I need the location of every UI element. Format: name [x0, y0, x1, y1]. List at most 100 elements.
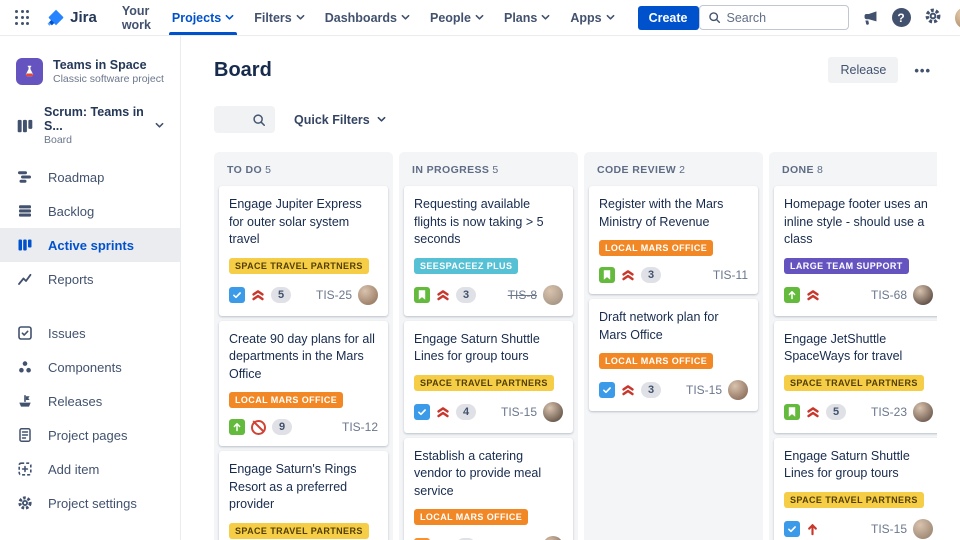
nav-item-label: Apps — [570, 10, 602, 25]
story-type-icon — [784, 403, 800, 420]
sidebar-item-backlog[interactable]: Backlog — [0, 194, 180, 228]
roadmap-icon — [16, 168, 34, 186]
card-footer: 4TIS-15 — [414, 401, 563, 422]
assignee-avatar[interactable] — [728, 380, 748, 400]
card-footer: 3 TIS-15 — [599, 380, 748, 400]
sidebar-item-releases[interactable]: Releases — [0, 384, 180, 418]
sidebar-item-project-pages[interactable]: Project pages — [0, 418, 180, 452]
board-card[interactable]: Draft network plan for Mars Office LOCAL … — [589, 299, 758, 411]
board-card[interactable]: Create 90 day plans for all departments … — [219, 320, 388, 446]
sidebar-item-components[interactable]: Components — [0, 350, 180, 384]
estimate-badge: 3 — [641, 382, 661, 398]
more-options-button[interactable]: ••• — [908, 59, 937, 82]
components-icon — [16, 358, 34, 376]
top-navigation: Jira Your work Projects Filters Dashboards P… — [0, 0, 960, 36]
board-card[interactable]: Engage Saturn's Rings Resort as a prefer… — [219, 451, 388, 540]
nav-item-people[interactable]: People — [421, 0, 493, 35]
pages-icon — [16, 426, 34, 444]
search-icon — [253, 113, 265, 126]
board-card[interactable]: Requesting available flights is now taki… — [404, 186, 573, 316]
quick-filters-label: Quick Filters — [294, 112, 370, 127]
board-column-done: DONE 8 Homepage footer uses an inline styl… — [769, 152, 937, 540]
sidebar-item-label: Components — [48, 359, 122, 375]
sidebar-item-project-settings[interactable]: Project settings — [0, 486, 180, 520]
issues-icon — [16, 324, 34, 342]
column-count: 2 — [679, 164, 686, 176]
board-search[interactable] — [214, 106, 275, 133]
priority-highest-icon — [251, 288, 265, 302]
jira-logo[interactable]: Jira — [45, 7, 97, 28]
global-search[interactable] — [698, 5, 849, 30]
card-title: Register with the Mars Ministry of Reven… — [599, 197, 724, 229]
search-icon — [708, 12, 720, 24]
card-label: LARGE TEAM SUPPORT — [784, 257, 909, 274]
announcement-icon[interactable] — [862, 9, 879, 26]
assignee-avatar[interactable] — [913, 284, 933, 305]
board-card[interactable]: Register with the Mars Ministry of Reven… — [589, 186, 758, 294]
story-type-icon — [599, 267, 615, 283]
sidebar-item-roadmap[interactable]: Roadmap — [0, 160, 180, 194]
board-card[interactable]: Engage Saturn Shuttle Lines for group to… — [774, 437, 937, 540]
sidebar-item-reports[interactable]: Reports — [0, 262, 180, 296]
chevron-down-icon — [155, 121, 164, 130]
priority-highest-icon — [436, 405, 450, 419]
task-type-icon — [599, 382, 615, 398]
nav-item-your-work[interactable]: Your work — [113, 0, 161, 35]
board-card[interactable]: Engage Jupiter Express for outer solar s… — [219, 186, 388, 316]
sidebar-group: Roadmap Backlog Active sprints Reports — [0, 160, 180, 296]
sidebar-item-label: Issues — [48, 325, 86, 341]
assignee-avatar[interactable] — [358, 284, 378, 305]
card-title: Engage Saturn Shuttle Lines for group to… — [784, 448, 910, 481]
assignee-avatar[interactable] — [543, 284, 563, 305]
quick-filters-dropdown[interactable]: Quick Filters — [294, 113, 386, 127]
releases-icon — [16, 392, 34, 410]
task-type-icon — [229, 286, 245, 303]
card-label: SPACE TRAVEL PARTNERS — [414, 374, 554, 391]
search-input[interactable] — [726, 10, 840, 25]
board-selector[interactable]: Scrum: Teams in S... Board — [0, 97, 180, 160]
project-avatar — [16, 58, 43, 85]
card-footer: 4TIS-15 — [414, 536, 563, 540]
issue-key: TIS-15 — [870, 521, 907, 536]
assignee-avatar[interactable] — [913, 518, 933, 539]
chevron-down-icon — [541, 13, 550, 22]
settings-gear-icon[interactable] — [924, 7, 942, 28]
sidebar-item-active-sprints[interactable]: Active sprints — [0, 228, 180, 262]
nav-item-filters[interactable]: Filters — [245, 0, 314, 35]
board-card[interactable]: Homepage footer uses an inline style - s… — [774, 186, 937, 316]
story-type-icon — [414, 286, 430, 303]
help-icon[interactable]: ? — [891, 8, 911, 27]
card-footer: 3 TIS-11 — [599, 267, 748, 283]
board-main: Board Release ••• Quick Filters TO DO 5 En… — [181, 36, 960, 540]
sidebar-item-add-item[interactable]: Add item — [0, 452, 180, 486]
card-footer: 3 TIS-8 — [414, 284, 563, 305]
card-title: Establish a catering vendor to provide m… — [414, 448, 542, 498]
estimate-badge: 3 — [641, 267, 661, 283]
settings-icon — [16, 494, 34, 512]
assignee-avatar[interactable] — [913, 401, 933, 422]
nav-item-label: Plans — [503, 10, 538, 25]
estimate-badge: 5 — [271, 286, 291, 303]
release-button[interactable]: Release — [828, 57, 899, 83]
issue-key: TIS-25 — [315, 287, 352, 302]
card-title: Engage JetShuttle SpaceWays for travel — [784, 331, 903, 364]
nav-item-projects[interactable]: Projects — [163, 0, 243, 35]
project-header[interactable]: Teams in Space Classic software project — [0, 54, 180, 97]
sidebar-item-issues[interactable]: Issues — [0, 316, 180, 350]
app-switcher-icon[interactable] — [12, 7, 33, 29]
sidebar-item-label: Project pages — [48, 427, 128, 443]
board-card[interactable]: Establish a catering vendor to provide m… — [404, 437, 573, 540]
sidebar-item-label: Reports — [48, 271, 94, 287]
card-footer: TIS-68 — [784, 284, 933, 305]
nav-item-plans[interactable]: Plans — [495, 0, 559, 35]
assignee-avatar[interactable] — [543, 536, 563, 540]
card-label: LOCAL MARS OFFICE — [229, 392, 344, 408]
user-avatar[interactable] — [954, 6, 960, 29]
issue-key: TIS-15 — [500, 404, 537, 419]
nav-item-apps[interactable]: Apps — [561, 0, 623, 35]
board-card[interactable]: Engage JetShuttle SpaceWays for travel SP… — [774, 320, 937, 433]
board-card[interactable]: Engage Saturn Shuttle Lines for group to… — [404, 320, 573, 433]
create-button[interactable]: Create — [637, 5, 699, 30]
assignee-avatar[interactable] — [543, 401, 563, 422]
nav-item-dashboards[interactable]: Dashboards — [316, 0, 419, 35]
